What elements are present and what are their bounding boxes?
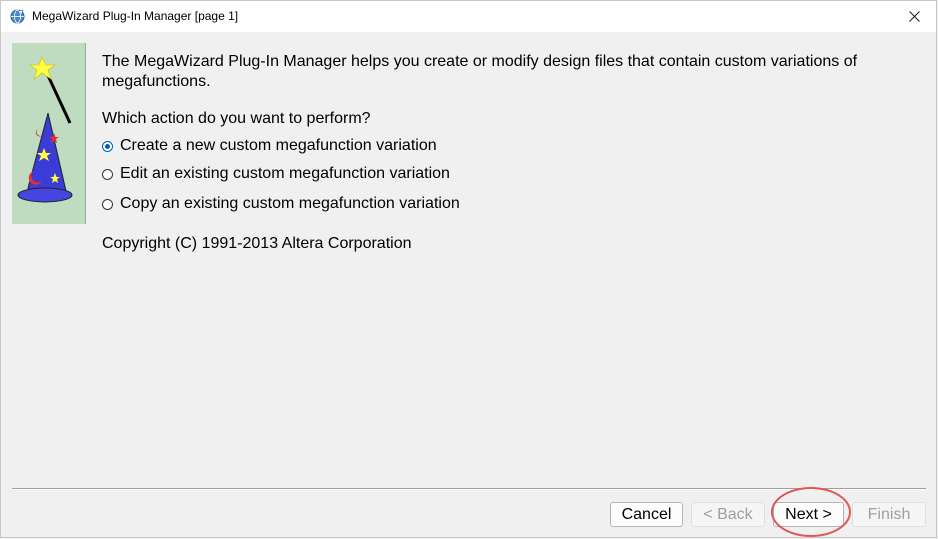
option-copy-existing[interactable]: Copy an existing custom megafunction var… xyxy=(102,195,460,213)
finish-button[interactable]: Finish xyxy=(852,502,926,527)
next-button[interactable]: Next > xyxy=(773,502,844,527)
option-create-new[interactable]: Create a new custom megafunction variati… xyxy=(102,137,437,155)
option-create-new-label: Create a new custom megafunction variati… xyxy=(120,137,437,154)
option-edit-existing-label: Edit an existing custom megafunction var… xyxy=(120,165,450,182)
radio-create-new[interactable] xyxy=(102,140,113,152)
title-bar: MegaWizard Plug-In Manager [page 1] xyxy=(1,1,936,32)
close-icon xyxy=(908,11,920,22)
option-edit-existing[interactable]: Edit an existing custom megafunction var… xyxy=(102,165,450,183)
close-button[interactable] xyxy=(892,1,936,32)
radio-copy-existing[interactable] xyxy=(102,198,113,210)
window-title: MegaWizard Plug-In Manager [page 1] xyxy=(32,9,239,23)
wizard-hat-icon xyxy=(17,56,73,203)
action-question: Which action do you want to perform? xyxy=(102,110,371,127)
copyright-text: Copyright (C) 1991-2013 Altera Corporati… xyxy=(102,235,412,252)
cancel-button[interactable]: Cancel xyxy=(610,502,683,527)
app-globe-icon xyxy=(10,9,25,24)
intro-text: The MegaWizard Plug-In Manager helps you… xyxy=(102,53,858,90)
wizard-window: MegaWizard Plug-In Manager [page 1] The … xyxy=(0,0,937,538)
wizard-banner xyxy=(12,43,86,224)
back-button[interactable]: < Back xyxy=(691,502,765,527)
radio-edit-existing[interactable] xyxy=(102,168,113,180)
footer-separator xyxy=(12,488,926,490)
option-copy-existing-label: Copy an existing custom megafunction var… xyxy=(120,195,460,212)
content-area: The MegaWizard Plug-In Manager helps you… xyxy=(102,52,902,92)
